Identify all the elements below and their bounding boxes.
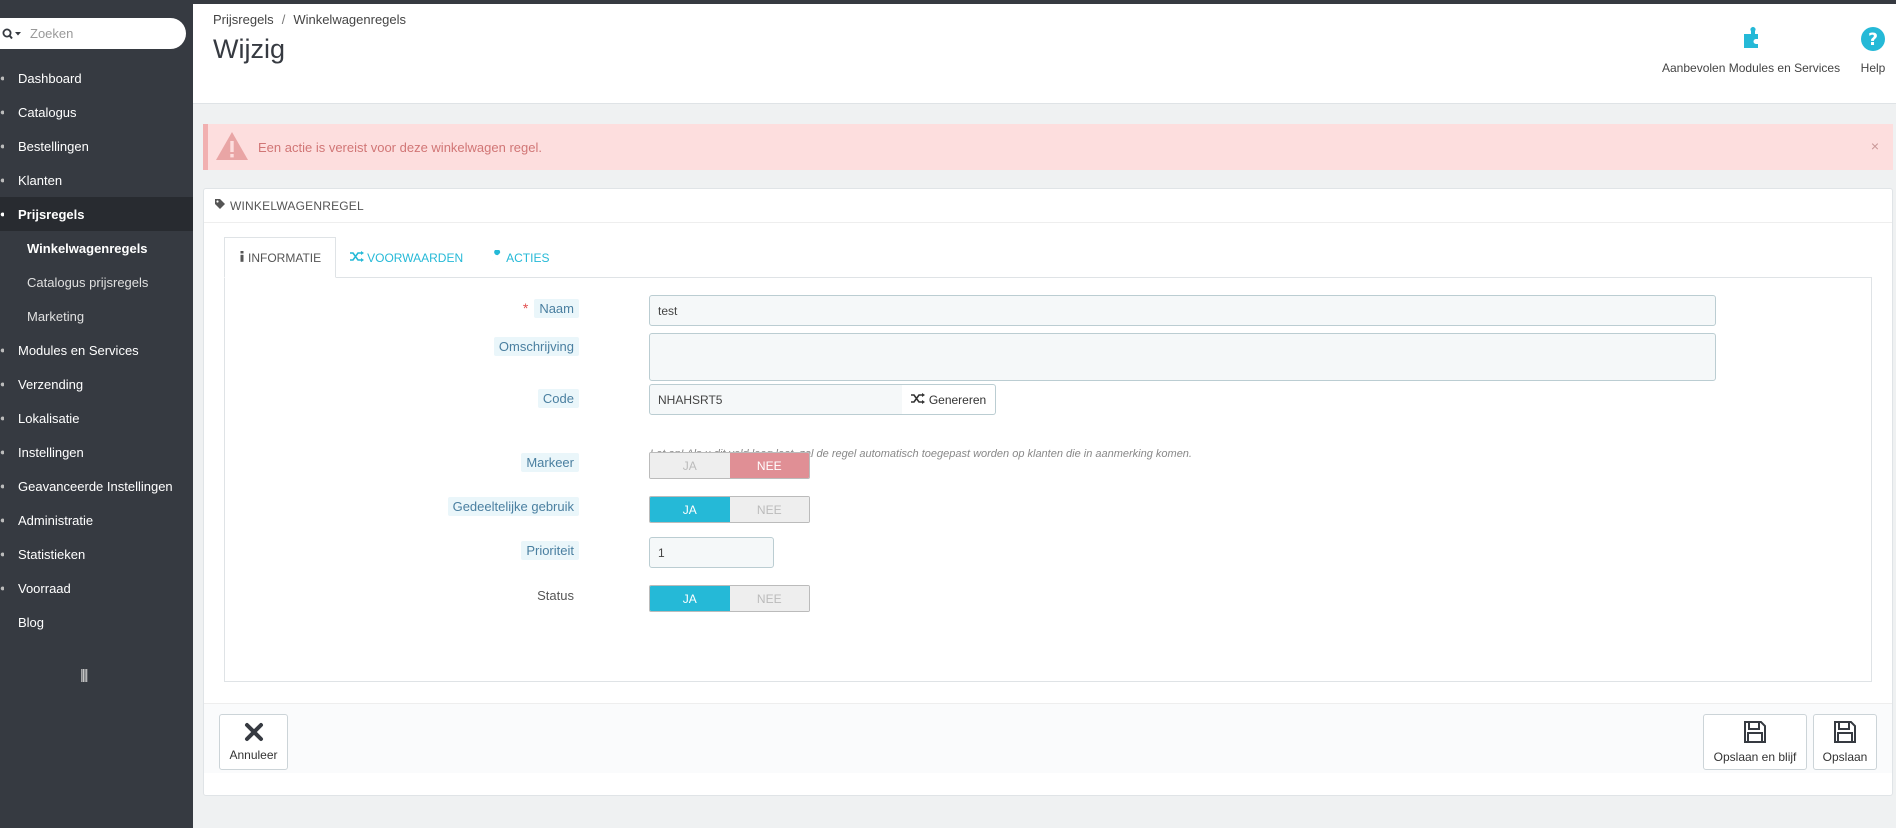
tab-voorwaarden[interactable]: VOORWAARDEN [336,237,477,278]
shuffle-icon [910,392,925,407]
markeer-ja[interactable]: JA [650,453,730,478]
dashboard-icon: ● [0,73,4,83]
svg-text:?: ? [1868,30,1878,50]
floppy-disk-icon [1743,720,1767,747]
naam-label: * Naam [523,297,579,319]
breadcrumb: Prijsregels / Winkelwagenregels [213,12,406,27]
sidebar-item-verzending[interactable]: ● Verzending [0,367,193,401]
sidebar-item-catalogus[interactable]: ● Catalogus [0,95,193,129]
status-ja[interactable]: JA [650,586,730,611]
code-label: Code [537,387,579,409]
markeer-nee[interactable]: NEE [729,453,809,478]
warning-icon [214,130,250,165]
status-label: Status [537,587,574,603]
help-button[interactable]: ? Help [1860,26,1886,75]
markeer-label: Markeer [521,451,579,473]
sidebar-subitem-catalogus-prijsregels[interactable]: Catalogus prijsregels [0,265,193,299]
tab-content: * Naam test Omschrijving Code NHAHSRT5 Ge… [224,277,1872,682]
localization-icon: ● [0,413,4,423]
search-input[interactable] [30,26,170,41]
naam-input[interactable]: test [649,295,1716,326]
tag-icon [214,198,226,213]
sidebar-item-klanten[interactable]: ● Klanten [0,163,193,197]
tab-bar: INFORMATIE VOORWAARDEN ACTIES [224,237,563,278]
sidebar-item-instellingen[interactable]: ● Instellingen [0,435,193,469]
gedeeltelijk-nee[interactable]: NEE [729,497,809,522]
sidebar-item-blog[interactable]: Blog [0,605,193,639]
sidebar-item-statistieken[interactable]: ● Statistieken [0,537,193,571]
cart-rule-panel: WINKELWAGENREGEL INFORMATIE VOORWAARDEN … [203,188,1893,796]
modules-icon: ● [0,345,4,355]
alert-message: Een actie is vereist voor deze winkelwag… [258,139,542,155]
admin-icon: ● [0,515,4,525]
close-icon[interactable]: × [1871,138,1879,154]
status-toggle[interactable]: JA NEE [649,585,810,612]
close-icon [244,722,264,745]
markeer-toggle[interactable]: JA NEE [649,452,810,479]
panel-footer: Annuleer Opslaan en blijf Opslaan [204,703,1892,773]
panel-heading: WINKELWAGENREGEL [204,189,1892,223]
help-icon: ? [1860,26,1886,55]
sidebar-submenu: Winkelwagenregels Catalogus prijsregels … [0,231,193,333]
breadcrumb-separator: / [281,12,286,27]
collapse-menu-icon[interactable]: |||| [80,666,88,682]
cancel-button[interactable]: Annuleer [219,714,288,770]
page-title: Wijzig [213,34,285,64]
sidebar-item-lokalisatie[interactable]: ● Lokalisatie [0,401,193,435]
gedeeltelijk-toggle[interactable]: JA NEE [649,496,810,523]
catalog-icon: ● [0,107,4,117]
page-header: Prijsregels / Winkelwagenregels Wijzig Aan… [193,4,1896,104]
orders-icon: ● [0,141,4,151]
code-input[interactable]: NHAHSRT5 [649,384,903,415]
breadcrumb-prijsregels[interactable]: Prijsregels [213,12,274,27]
prioriteit-input[interactable]: 1 [649,537,774,568]
gedeeltelijk-ja[interactable]: JA [650,497,730,522]
stock-icon: ● [0,583,4,593]
sidebar-item-dashboard[interactable]: ● Dashboard [0,61,193,95]
generate-button[interactable]: Genereren [902,384,996,415]
save-button[interactable]: Opslaan [1813,714,1877,770]
price-rules-icon: ● [0,209,4,219]
breadcrumb-winkelwagenregels[interactable]: Winkelwagenregels [293,12,406,27]
status-nee[interactable]: NEE [729,586,809,611]
save-and-stay-button[interactable]: Opslaan en blijf [1703,714,1807,770]
info-icon [239,250,245,265]
floppy-disk-icon [1833,720,1857,747]
omschrijving-textarea[interactable] [649,333,1716,381]
shuffle-icon [350,250,365,265]
search-icon[interactable] [0,28,30,40]
sidebar-item-bestellingen[interactable]: ● Bestellingen [0,129,193,163]
sidebar-menu: ● Dashboard ● Catalogus ● Bestellingen ● Kla… [0,61,193,639]
customers-icon: ● [0,175,4,185]
sidebar-item-modules[interactable]: ● Modules en Services [0,333,193,367]
puzzle-icon [1662,26,1840,55]
sidebar-subitem-marketing[interactable]: Marketing [0,299,193,333]
tab-informatie[interactable]: INFORMATIE [224,237,337,278]
error-alert: Een actie is vereist voor deze winkelwag… [203,124,1893,170]
settings-icon: ● [0,447,4,457]
recommended-modules-button[interactable]: Aanbevolen Modules en Services [1662,26,1840,75]
search-box[interactable] [0,18,186,49]
advanced-settings-icon: ● [0,481,4,491]
tab-acties[interactable]: ACTIES [477,237,563,278]
wrench-icon [491,249,503,265]
sidebar: ●Dashboard ●Catalogus ●Bestellingen ●Kla… [0,4,193,828]
sidebar-item-geavanceerde[interactable]: ● Geavanceerde Instellingen [0,469,193,503]
sidebar-item-administratie[interactable]: ● Administratie [0,503,193,537]
required-mark: * [522,300,529,316]
gedeeltelijk-label: Gedeeltelijke gebruik [447,495,579,517]
sidebar-subitem-winkelwagenregels[interactable]: Winkelwagenregels [0,231,193,265]
stats-icon: ● [0,549,4,559]
prioriteit-label: Prioriteit [521,539,579,561]
shipping-icon: ● [0,379,4,389]
omschrijving-label: Omschrijving [493,335,579,357]
sidebar-item-prijsregels[interactable]: ● Prijsregels [0,197,193,231]
sidebar-item-voorraad[interactable]: ● Voorraad [0,571,193,605]
